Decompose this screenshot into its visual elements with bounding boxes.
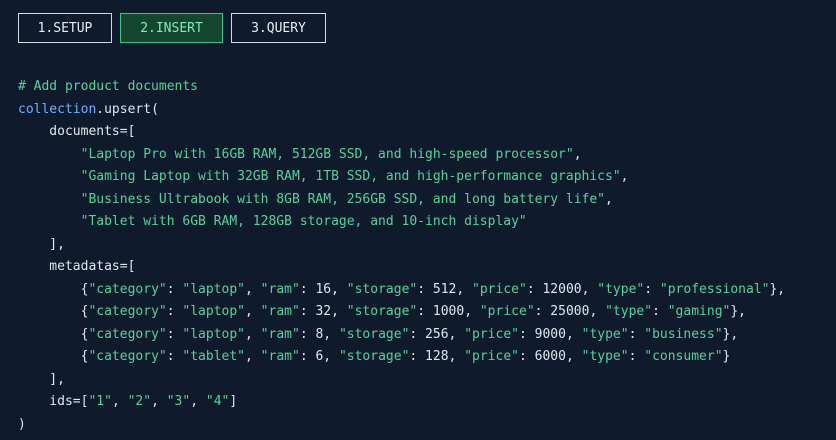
code-comment: # Add product documents	[18, 79, 199, 94]
step-tabs: 1.SETUP 2.INSERT 3.QUERY	[18, 13, 326, 43]
document-line: "Gaming Laptop with 32GB RAM, 1TB SSD, a…	[80, 169, 629, 184]
metadata-line: {"category": "laptop", "ram": 32, "stora…	[80, 304, 747, 319]
metadata-line: {"category": "laptop", "ram": 8, "storag…	[80, 326, 739, 342]
tab-query[interactable]: 3.QUERY	[231, 13, 326, 43]
document-line: "Tablet with 6GB RAM, 128GB storage, and…	[80, 214, 527, 229]
metadata-line: {"category": "tablet", "ram": 6, "storag…	[80, 349, 731, 364]
code-call-line: collection.upsert(	[18, 101, 159, 117]
documents-open: documents=[	[18, 124, 136, 139]
metadatas-open: metadatas=[	[18, 259, 136, 274]
ids-line: ids=["1", "2", "3", "4"]	[18, 394, 238, 409]
list-close: ],	[18, 236, 65, 252]
code-panel: 1.SETUP 2.INSERT 3.QUERY # Add product d…	[0, 0, 836, 440]
call-close: )	[18, 416, 26, 432]
document-line: "Business Ultrabook with 8GB RAM, 256GB …	[80, 191, 613, 207]
code-block: # Add product documents collection.upsert…	[18, 76, 785, 436]
tab-insert[interactable]: 2.INSERT	[120, 13, 223, 43]
metadata-line: {"category": "laptop", "ram": 16, "stora…	[80, 281, 786, 297]
list-close: ],	[18, 371, 65, 387]
document-line: "Laptop Pro with 16GB RAM, 512GB SSD, an…	[80, 146, 582, 162]
tab-setup[interactable]: 1.SETUP	[18, 13, 112, 43]
